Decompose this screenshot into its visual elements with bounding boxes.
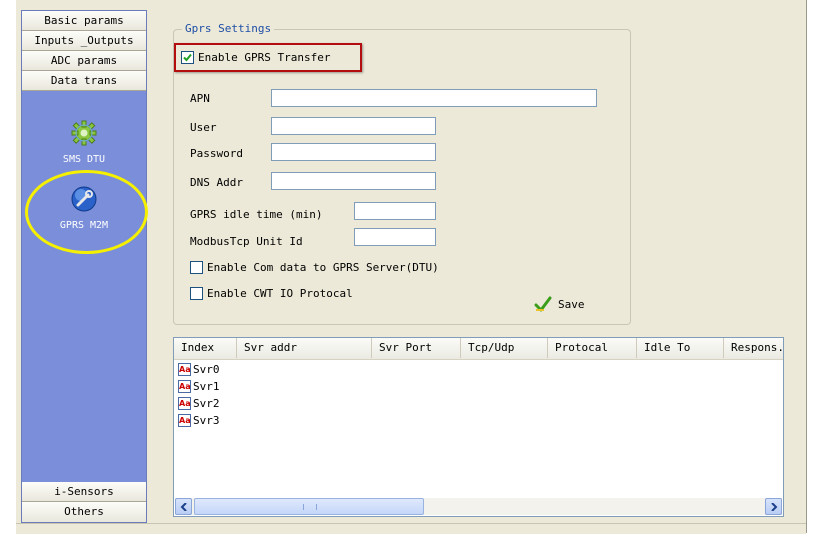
scroll-right-button[interactable] (765, 498, 782, 515)
text-item-icon: Aa (178, 379, 191, 393)
row-index: Svr3 (193, 413, 220, 427)
status-bar (16, 523, 806, 534)
gear-icon (22, 119, 146, 150)
sidebar-button-data-trans[interactable]: Data trans (22, 71, 146, 91)
group-title: Gprs Settings (182, 22, 275, 35)
column-header-index[interactable]: Index (174, 338, 237, 358)
list-header: Index Svr addr Svr Port Tcp/Udp Protocal… (174, 338, 783, 360)
idle-time-label: GPRS idle time (min) (190, 208, 323, 221)
checkbox-box[interactable] (190, 261, 203, 274)
enable-cwt-checkbox[interactable]: Enable CWT IO Protocal (190, 287, 353, 300)
sidebar: Basic params Inputs _Outputs ADC params … (21, 10, 147, 523)
list-item[interactable]: Aa Svr3 (178, 412, 220, 428)
sidebar-item-label: GPRS M2M (59, 220, 109, 231)
password-field[interactable] (271, 143, 436, 161)
unit-id-field[interactable] (354, 228, 436, 246)
text-item-icon: Aa (178, 362, 191, 376)
row-index: Svr1 (193, 379, 220, 393)
password-label: Password (190, 147, 243, 160)
idle-time-field[interactable] (354, 202, 436, 220)
column-header-response[interactable]: Respons. (724, 338, 783, 358)
apn-field[interactable] (271, 89, 597, 107)
sidebar-item-label: SMS DTU (62, 154, 106, 165)
row-index: Svr2 (193, 396, 220, 410)
apn-label: APN (190, 92, 210, 105)
user-field[interactable] (271, 117, 436, 135)
checkmark-icon (183, 53, 192, 62)
sidebar-button-i-sensors[interactable]: i-Sensors (22, 482, 146, 502)
checkbox-label: Enable Com data to GPRS Server(DTU) (207, 261, 439, 274)
checkbox-label: Enable CWT IO Protocal (207, 287, 353, 300)
column-header-protocal[interactable]: Protocal (548, 338, 637, 358)
dns-label: DNS Addr (190, 176, 243, 189)
sidebar-button-others[interactable]: Others (22, 502, 146, 522)
column-header-idle-to[interactable]: Idle To (637, 338, 724, 358)
wrench-globe-icon (22, 185, 146, 216)
enable-gprs-transfer-checkbox[interactable]: Enable GPRS Transfer (181, 51, 330, 64)
horizontal-scrollbar[interactable] (175, 498, 782, 515)
checkmark-icon (534, 296, 552, 312)
enable-com-data-checkbox[interactable]: Enable Com data to GPRS Server(DTU) (190, 261, 439, 274)
save-button[interactable]: Save (534, 295, 585, 313)
list-item[interactable]: Aa Svr2 (178, 395, 220, 411)
sidebar-button-adc-params[interactable]: ADC params (22, 51, 146, 71)
checkbox-label: Enable GPRS Transfer (198, 51, 331, 64)
sidebar-button-inputs-outputs[interactable]: Inputs _Outputs (22, 31, 146, 51)
dns-field[interactable] (271, 172, 436, 190)
sidebar-button-basic-params[interactable]: Basic params (22, 11, 146, 31)
text-item-icon: Aa (178, 396, 191, 410)
scroll-thumb[interactable] (194, 498, 424, 515)
save-label: Save (558, 297, 585, 311)
column-header-svr-port[interactable]: Svr Port (372, 338, 461, 358)
user-label: User (190, 121, 217, 134)
sidebar-item-gprs-m2m[interactable]: GPRS M2M (22, 185, 146, 231)
chevron-right-icon (770, 502, 777, 511)
chevron-left-icon (180, 502, 187, 511)
checkbox-box[interactable] (181, 51, 194, 64)
main-panel: Gprs Settings Enable GPRS Transfer APN U… (154, 10, 806, 523)
scroll-left-button[interactable] (175, 498, 192, 515)
server-list[interactable]: Index Svr addr Svr Port Tcp/Udp Protocal… (173, 337, 784, 517)
list-item[interactable]: Aa Svr1 (178, 378, 220, 394)
column-header-svr-addr[interactable]: Svr addr (237, 338, 372, 358)
checkbox-box[interactable] (190, 287, 203, 300)
row-index: Svr0 (193, 362, 220, 376)
text-item-icon: Aa (178, 413, 191, 427)
column-header-tcp-udp[interactable]: Tcp/Udp (461, 338, 548, 358)
unit-id-label: ModbusTcp Unit Id (190, 235, 303, 248)
list-item[interactable]: Aa Svr0 (178, 361, 220, 377)
sidebar-item-sms-dtu[interactable]: SMS DTU (22, 119, 146, 165)
